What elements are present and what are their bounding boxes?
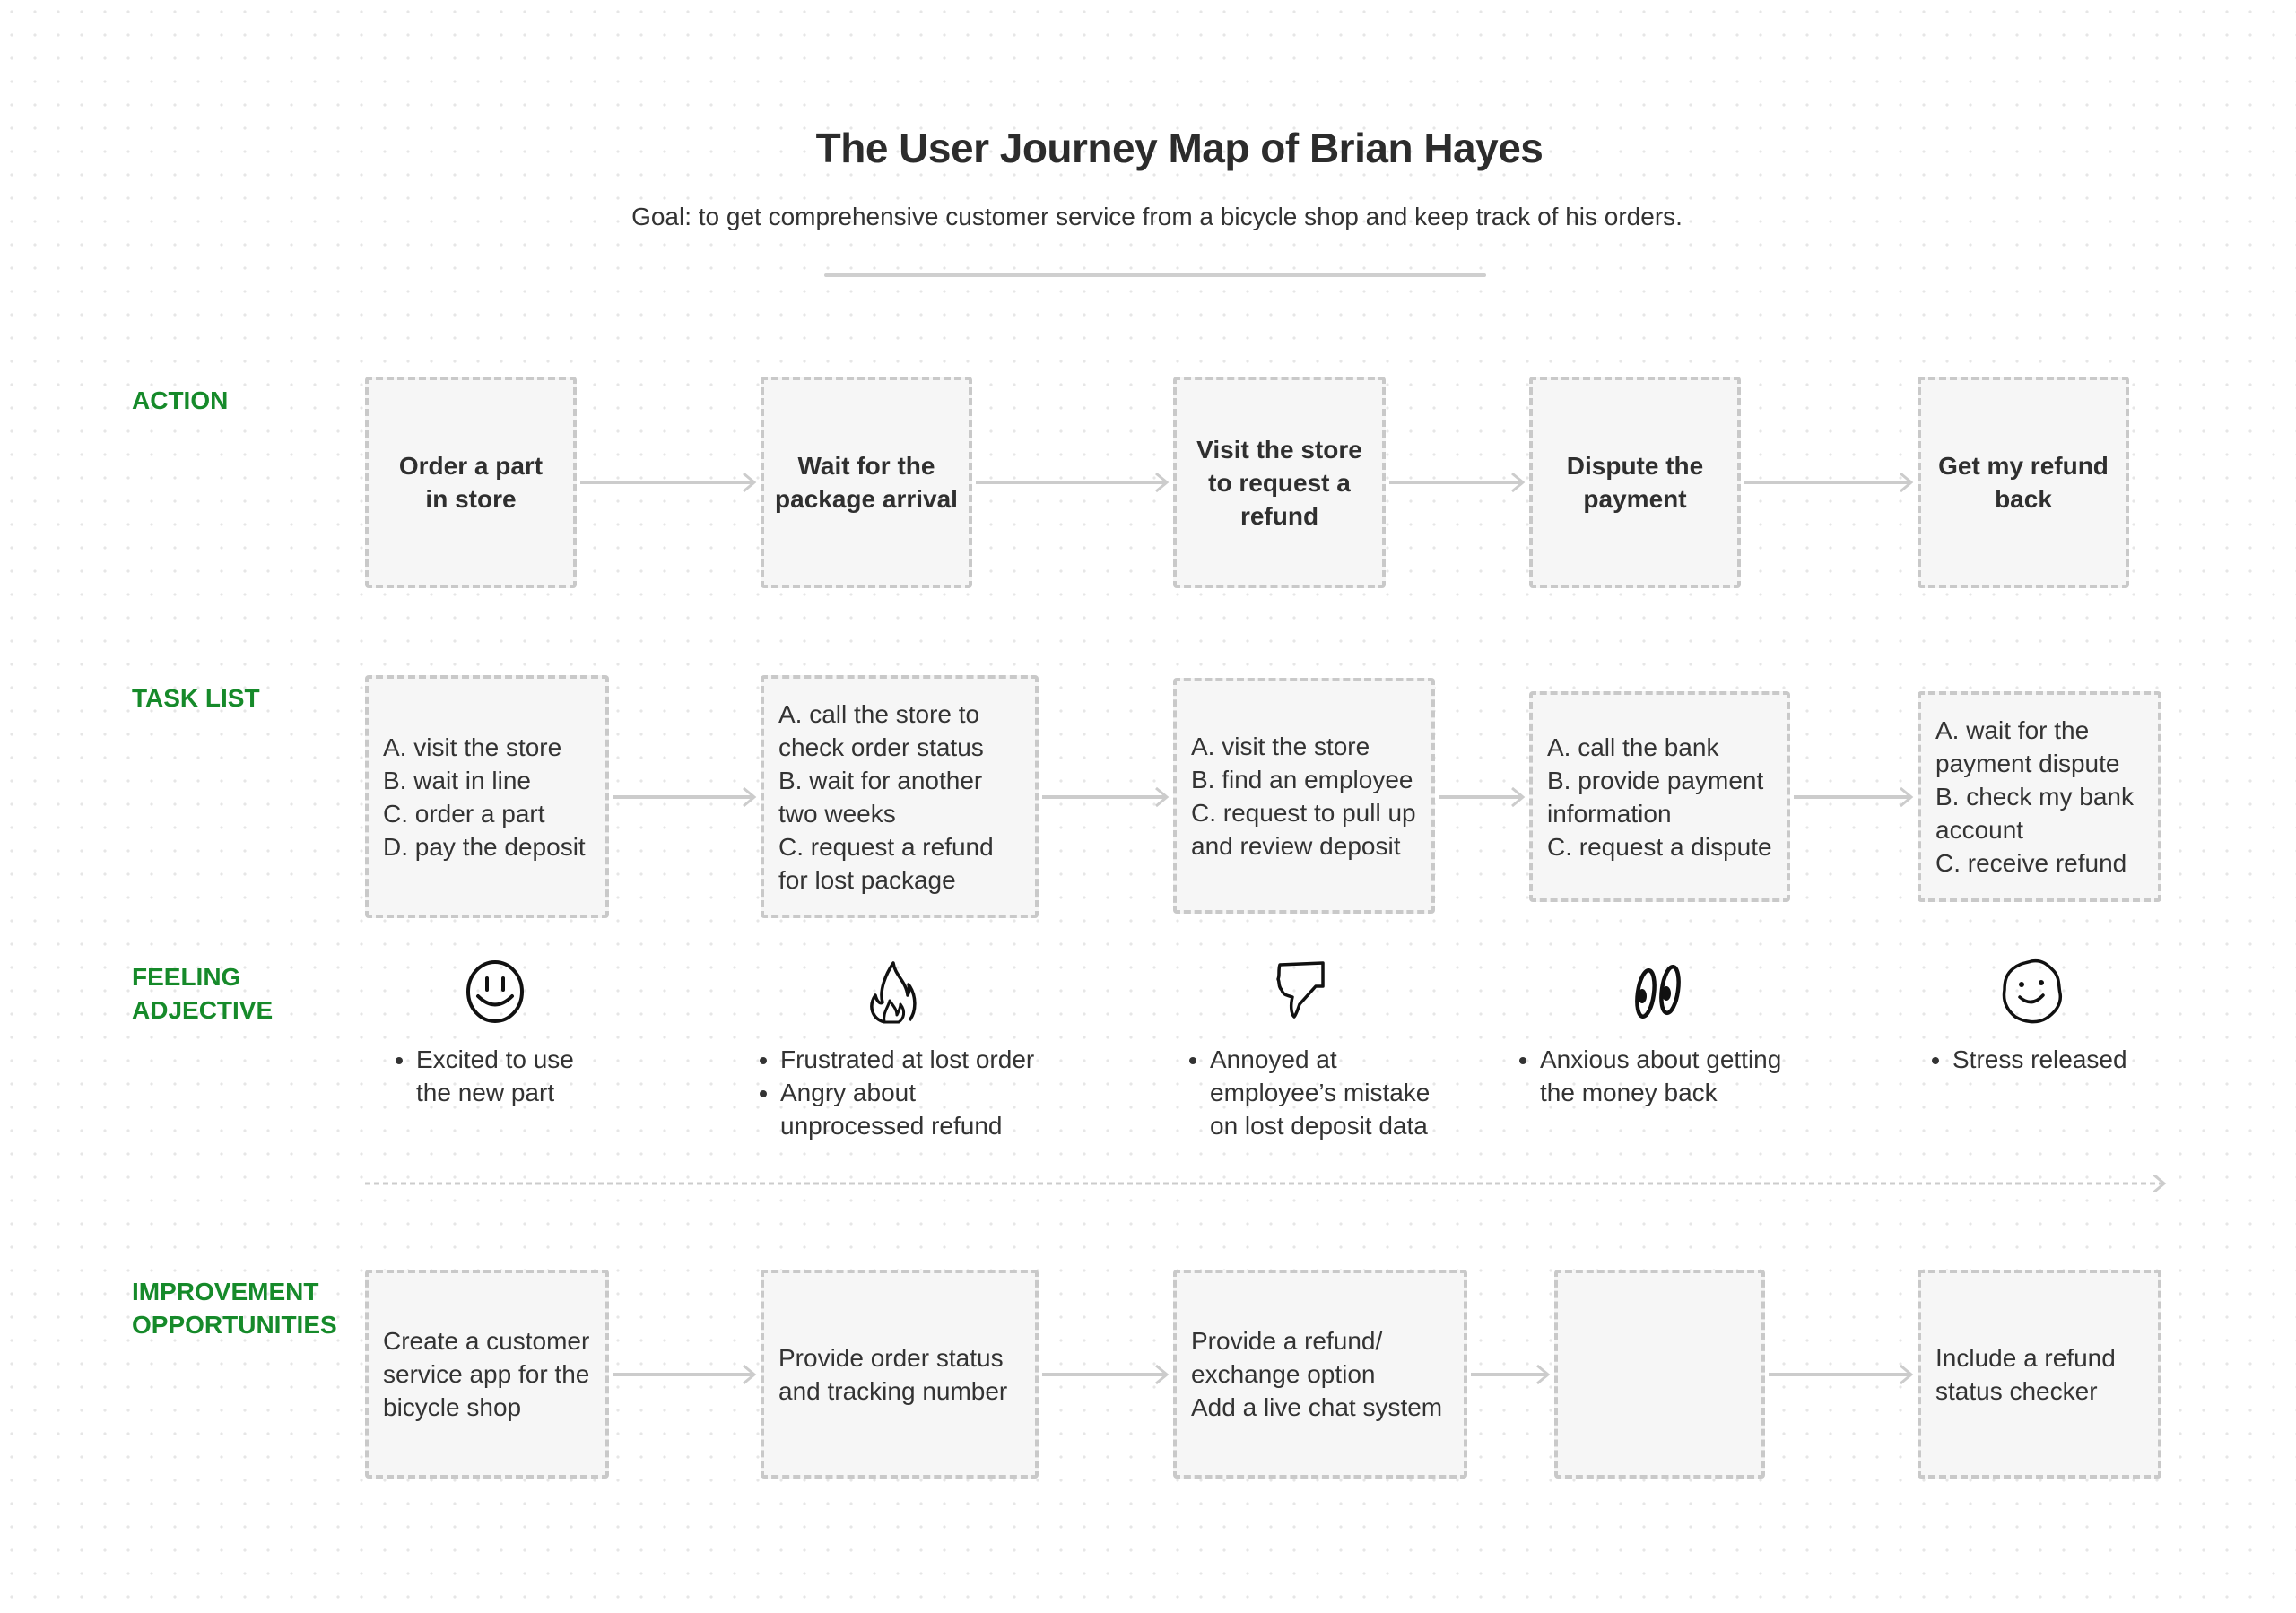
action-card[interactable]: Visit the store to request a refund: [1173, 377, 1386, 588]
action-card-text: Visit the store to request a refund: [1196, 435, 1362, 530]
improvement-card-text: Provide a refund/ exchange option Add a …: [1191, 1327, 1443, 1421]
flow-arrow: [1794, 786, 1914, 808]
task-card-text: A. visit the store B. find an employee C…: [1191, 732, 1416, 860]
feeling-item: Stress released: [1952, 1043, 2127, 1076]
header-divider: [824, 273, 1486, 277]
action-card-text: Wait for the package arrival: [775, 452, 958, 513]
feeling-item: Annoyed at employee’s mistake on lost de…: [1210, 1043, 1430, 1142]
row-label-action: ACTION: [132, 386, 229, 414]
improvement-card-empty[interactable]: [1554, 1270, 1765, 1479]
action-card-text: Dispute the payment: [1566, 452, 1704, 513]
feeling-list: Frustrated at lost order Angry about unp…: [753, 1043, 1034, 1142]
flow-arrow: [1042, 786, 1170, 808]
task-card[interactable]: A. visit the store B. wait in line C. or…: [365, 675, 609, 918]
flow-arrow: [1471, 1364, 1551, 1385]
task-card[interactable]: A. call the store to check order status …: [761, 675, 1039, 918]
row-label-improvement-opportunities: IMPROVEMENT OPPORTUNITIES: [132, 1278, 337, 1339]
feeling-item: Anxious about getting the money back: [1540, 1043, 1781, 1109]
task-card-text: A. call the store to check order status …: [778, 699, 994, 894]
feeling-item: Excited to use the new part: [416, 1043, 574, 1109]
improvement-card[interactable]: Include a refund status checker: [1918, 1270, 2161, 1479]
task-card-text: A. visit the store B. wait in line C. or…: [383, 733, 586, 861]
improvement-card-text: Provide order status and tracking number: [778, 1343, 1008, 1405]
row-label-feeling-adjective: FEELING ADJECTIVE: [132, 963, 274, 1024]
improvement-card[interactable]: Provide order status and tracking number: [761, 1270, 1039, 1479]
feeling-list: Stress released: [1926, 1043, 2127, 1076]
row-label-task-list: TASK LIST: [132, 684, 260, 712]
feeling-item: Frustrated at lost order: [780, 1043, 1034, 1076]
action-card-text: Get my refund back: [1938, 452, 2109, 513]
fire-icon: [857, 956, 929, 1028]
flow-arrow: [976, 472, 1170, 493]
flow-arrow: [1769, 1364, 1914, 1385]
improvement-card[interactable]: Provide a refund/ exchange option Add a …: [1173, 1270, 1467, 1479]
improvement-card-text: Include a refund status checker: [1935, 1343, 2116, 1405]
task-card[interactable]: A. call the bank B. provide payment info…: [1529, 691, 1790, 902]
flow-arrow: [1439, 786, 1526, 808]
action-card[interactable]: Get my refund back: [1918, 377, 2129, 588]
timeline-arrow: [365, 1173, 2168, 1194]
feeling-list: Anxious about getting the money back: [1513, 1043, 1781, 1109]
feeling-list: Excited to use the new part: [389, 1043, 574, 1109]
wide-eyes-icon: [1623, 956, 1695, 1028]
flow-arrow: [1042, 1364, 1170, 1385]
action-card[interactable]: Order a part in store: [365, 377, 577, 588]
thumbs-down-icon: [1267, 956, 1339, 1028]
task-card[interactable]: A. wait for the payment dispute B. check…: [1918, 691, 2161, 902]
relieved-face-icon: [1996, 956, 2067, 1028]
flow-arrow: [580, 472, 757, 493]
improvement-card[interactable]: Create a customer service app for the bi…: [365, 1270, 609, 1479]
flow-arrow: [1389, 472, 1526, 493]
flow-arrow: [1744, 472, 1914, 493]
feeling-list: Annoyed at employee’s mistake on lost de…: [1183, 1043, 1430, 1142]
flow-arrow: [613, 1364, 757, 1385]
improvement-card-text: Create a customer service app for the bi…: [383, 1327, 590, 1421]
feeling-item: Angry about unprocessed refund: [780, 1076, 1034, 1142]
action-card-text: Order a part in store: [398, 452, 544, 513]
action-card[interactable]: Wait for the package arrival: [761, 377, 972, 588]
task-card[interactable]: A. visit the store B. find an employee C…: [1173, 678, 1435, 914]
flow-arrow: [613, 786, 757, 808]
action-card[interactable]: Dispute the payment: [1529, 377, 1741, 588]
smiley-face-icon: [459, 956, 531, 1028]
task-card-text: A. call the bank B. provide payment info…: [1547, 733, 1772, 861]
page-title: The User Journey Map of Brian Hayes: [815, 125, 1544, 171]
goal-text: Goal: to get comprehensive customer serv…: [631, 203, 1683, 230]
task-card-text: A. wait for the payment dispute B. check…: [1935, 716, 2134, 877]
